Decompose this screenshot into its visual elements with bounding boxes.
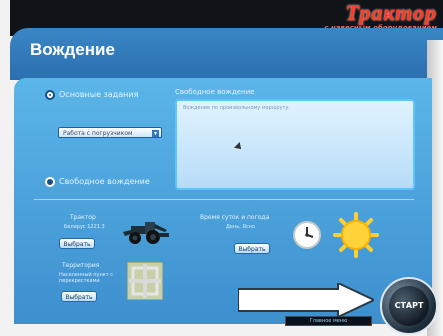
radio-free-drive[interactable]: [45, 177, 55, 187]
arrow-right-icon: [237, 281, 377, 319]
logo-title: Трактор: [345, 0, 437, 25]
section-divider: [34, 199, 414, 200]
select-vehicle-button[interactable]: Выбрать: [59, 238, 95, 249]
sun-icon: [333, 212, 379, 258]
clock-icon: [292, 220, 322, 250]
time-weather-sub: День, Ясно: [226, 224, 255, 230]
radio-basic-tasks[interactable]: [45, 90, 55, 100]
free-drive-radio-label: Свободное вождение: [59, 177, 150, 186]
task-dropdown[interactable]: Работа с погрузчиком ▾: [58, 127, 162, 138]
main-menu-strip[interactable]: Главное меню: [285, 316, 372, 326]
free-drive-title: Свободное вождение: [175, 88, 255, 96]
chevron-down-icon: ▾: [152, 130, 159, 137]
time-weather-label: Время суток и погода: [200, 214, 270, 221]
start-button-label: СТАРТ: [389, 286, 429, 326]
basic-tasks-label: Основные задания: [59, 90, 139, 99]
select-time-weather-button[interactable]: Выбрать: [234, 243, 270, 254]
vehicle-label: Трактор: [70, 214, 96, 221]
free-drive-description[interactable]: Вождение по произвольному маршруту.: [175, 99, 415, 190]
start-button[interactable]: СТАРТ: [380, 277, 438, 335]
page-title: Вождение: [30, 40, 115, 59]
page-header: Вождение: [10, 28, 443, 80]
free-drive-placeholder: Вождение по произвольному маршруту.: [183, 105, 291, 111]
vehicle-sub: Беларус 1221.3: [64, 224, 105, 230]
select-territory-button[interactable]: Выбрать: [61, 291, 97, 302]
map-thumbnail-icon: [126, 261, 164, 301]
territory-sub: Населенный пункт с перекрестками: [59, 272, 114, 284]
territory-label: Территория: [62, 262, 100, 269]
task-dropdown-value: Работа с погрузчиком: [63, 130, 133, 137]
tractor-icon: [121, 218, 173, 246]
